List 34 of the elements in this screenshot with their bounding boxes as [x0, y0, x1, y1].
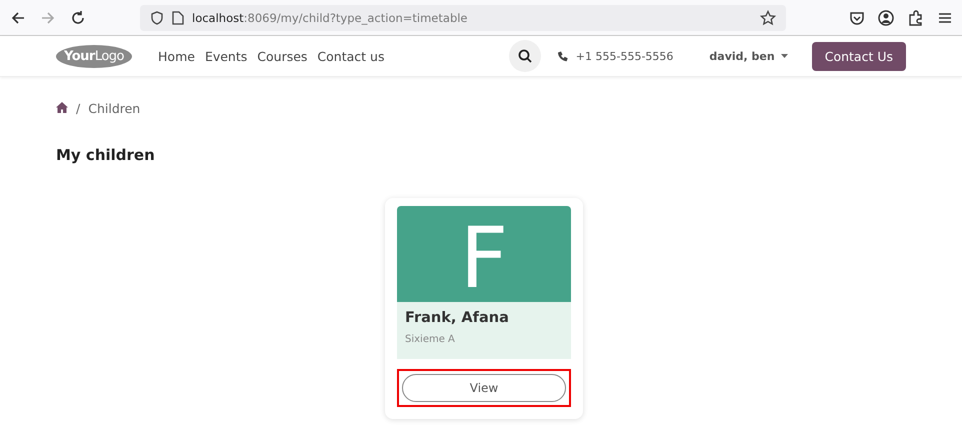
reload-button[interactable] [70, 10, 86, 26]
class-name: Sixieme A [405, 334, 456, 345]
nav-link[interactable]: Events [204, 48, 248, 64]
nav-link[interactable]: Home [158, 48, 195, 64]
contact-us-button[interactable]: Contact Us [812, 42, 906, 70]
reload-icon [70, 10, 86, 26]
forward-arrow-icon [40, 10, 56, 26]
back-arrow-icon [10, 10, 26, 26]
url-text: localhost:8069/my/child?type_action=timetable [192, 10, 468, 24]
breadcrumb-current: Children [88, 101, 140, 116]
child-name: Frank, Afana [405, 310, 510, 326]
search-icon [518, 49, 532, 63]
avatar-initial: F [460, 216, 508, 300]
back-button[interactable] [10, 10, 26, 26]
shield-icon [150, 10, 164, 24]
home-link[interactable] [56, 101, 68, 116]
account-icon [878, 10, 894, 26]
phone-icon [556, 50, 568, 62]
menu-icon [938, 10, 952, 24]
page-icon [172, 10, 184, 24]
breadcrumb-separator: / [76, 101, 80, 116]
view-button[interactable]: View [402, 374, 566, 402]
search-button[interactable] [508, 40, 541, 72]
nav-link[interactable]: Contact us [317, 48, 384, 64]
page-title: My children [56, 146, 156, 164]
puzzle-icon [908, 10, 924, 26]
caret-icon [780, 54, 788, 58]
user-menu[interactable]: david, ben [703, 48, 794, 64]
nav-link[interactable]: Courses [257, 48, 308, 64]
star-icon [760, 10, 776, 26]
home-icon [56, 102, 68, 113]
address-bar[interactable]: localhost:8069/my/child?type_action=timetable [140, 4, 786, 30]
phone-number: +1 555-555-5556 [576, 50, 674, 62]
pocket-icon [850, 10, 864, 24]
